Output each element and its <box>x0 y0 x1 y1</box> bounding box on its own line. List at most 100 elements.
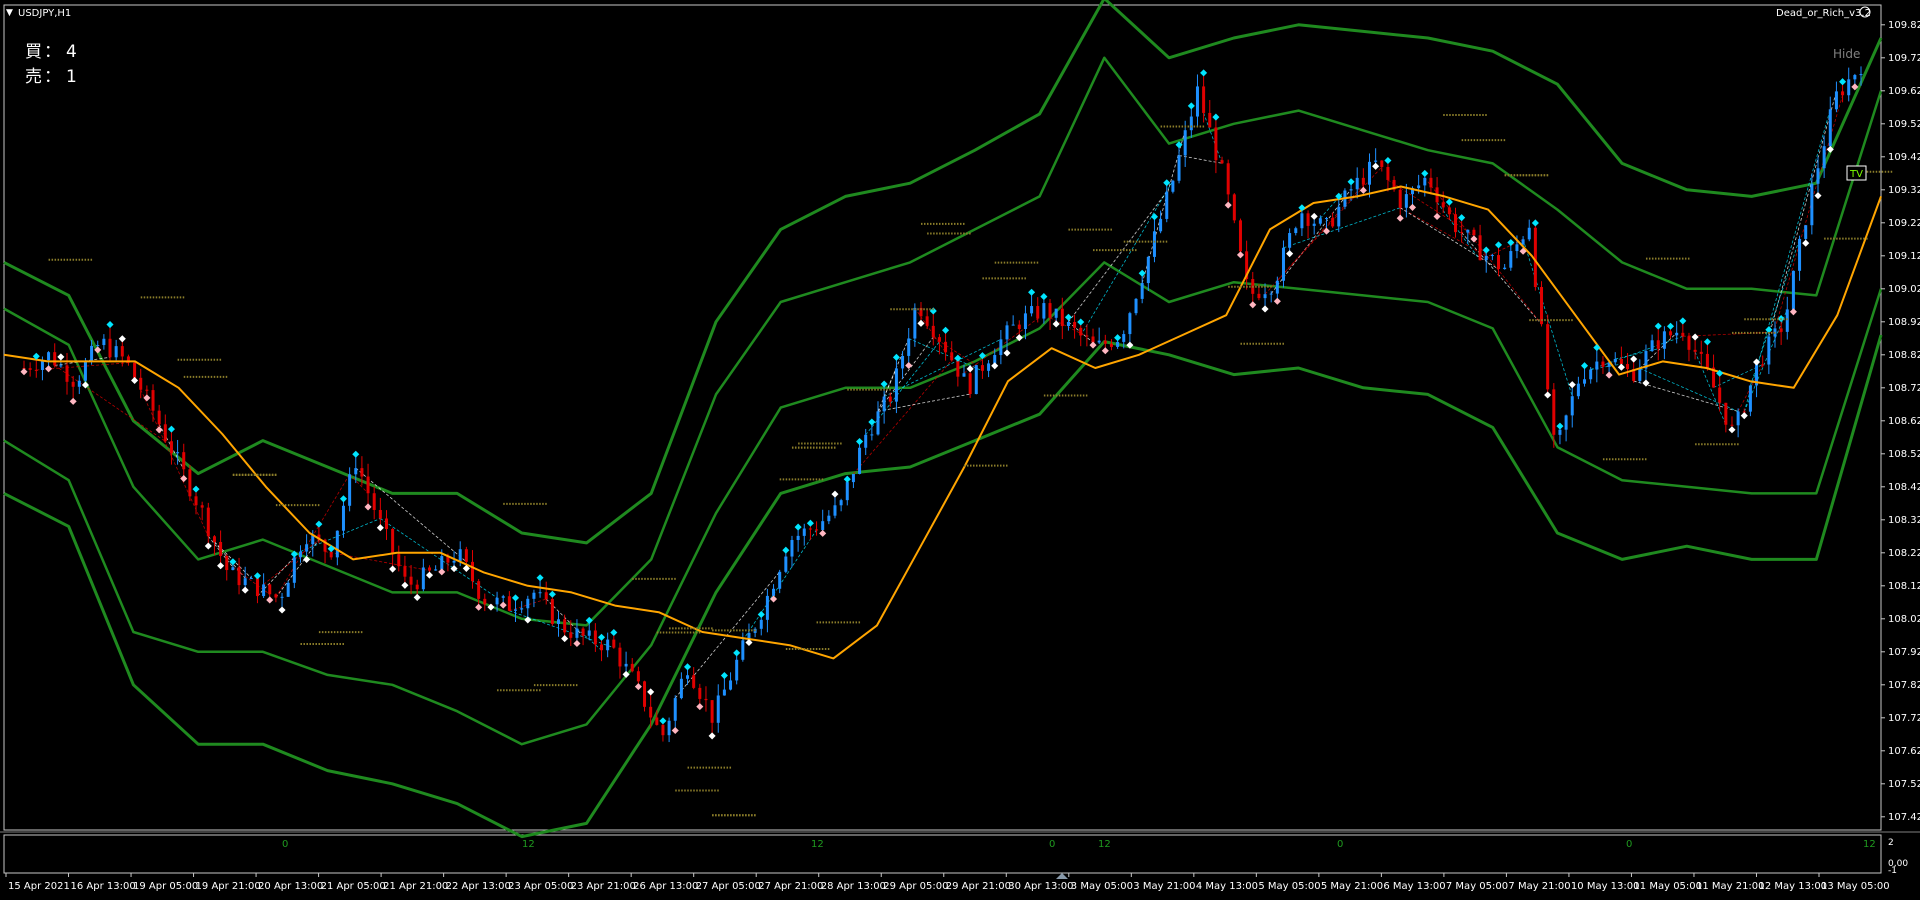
subwindow-value-label: 0 <box>1049 839 1055 850</box>
candle-body <box>200 505 204 508</box>
candle-body <box>514 609 518 611</box>
candle-body <box>532 592 536 599</box>
price-tick-label: 107.420 <box>1888 812 1920 823</box>
time-tick-label: 30 Apr 13:00 <box>1008 881 1073 892</box>
candle-body <box>888 396 892 402</box>
signal-marker <box>438 568 446 576</box>
candle-body <box>1761 364 1765 366</box>
candle-body <box>520 608 524 610</box>
signal-line <box>355 467 467 563</box>
candle-body <box>1626 364 1630 370</box>
price-tick-label: 108.620 <box>1888 416 1920 427</box>
candle-body <box>280 596 284 598</box>
price-tick-label: 107.720 <box>1888 713 1920 724</box>
tv-badge[interactable]: TV <box>1846 165 1867 181</box>
time-tick-label: 27 Apr 05:00 <box>696 881 761 892</box>
candle-body <box>1454 214 1458 233</box>
subwindow-axis-label: 2 <box>1888 838 1894 848</box>
candle-body <box>550 599 554 624</box>
candle-body <box>710 700 714 723</box>
signal-marker <box>118 335 126 343</box>
candle-body <box>1238 220 1242 252</box>
signal-marker <box>892 353 900 361</box>
sell-separator: ： <box>44 67 61 87</box>
price-axis[interactable]: 109.820 109.720 109.620 109.520 109.420 109.3… <box>1881 20 1920 823</box>
signal-marker <box>880 380 888 388</box>
signal-marker <box>413 593 421 601</box>
time-tick-label: 27 Apr 21:00 <box>758 881 823 892</box>
time-tick-label: 28 Apr 13:00 <box>821 881 886 892</box>
candle-body <box>1527 227 1531 240</box>
candle-body <box>1349 189 1353 191</box>
chart-canvas[interactable]: ▼ USDJPY,H1 Dead_or_Rich_v3.2 Hide 買 ： 4… <box>0 0 1920 900</box>
time-tick-label: 21 Apr 21:00 <box>383 881 448 892</box>
candle-body <box>833 505 837 516</box>
candle-body <box>1208 112 1212 128</box>
candle-body <box>188 469 192 497</box>
indicator-name[interactable]: Dead_or_Rich_v3.2 <box>1776 8 1871 19</box>
candle-body <box>956 360 960 377</box>
signal-marker <box>1003 349 1011 357</box>
candle-body <box>1736 411 1740 426</box>
candle-body <box>1767 336 1771 365</box>
price-tick-label: 108.420 <box>1888 482 1920 493</box>
candle-body <box>1202 86 1206 113</box>
candle-body <box>1515 244 1519 252</box>
signal-line <box>1080 180 1174 336</box>
signal-line <box>914 307 946 353</box>
price-tick-label: 108.220 <box>1888 548 1920 559</box>
signal-marker <box>524 616 532 624</box>
signal-marker <box>561 635 569 643</box>
candle-body <box>1429 177 1433 188</box>
signal-line <box>1633 380 1739 412</box>
time-tick-label: 5 May 21:00 <box>1321 881 1383 892</box>
price-tick-label: 109.120 <box>1888 251 1920 262</box>
candle-body <box>526 598 530 609</box>
candle-body <box>802 528 806 536</box>
candle-body <box>1066 321 1070 327</box>
candle-body <box>1281 247 1285 281</box>
signal-marker <box>1703 338 1711 346</box>
signal-marker <box>1212 113 1220 121</box>
hide-button[interactable]: Hide <box>1833 47 1860 61</box>
candle-body <box>427 567 431 571</box>
price-tick-label: 109.020 <box>1888 284 1920 295</box>
price-tick-label: 109.320 <box>1888 185 1920 196</box>
signal-marker <box>1556 422 1564 430</box>
candle-body <box>1140 283 1144 299</box>
candle-body <box>851 473 855 483</box>
candle-body <box>354 468 358 475</box>
subwindow-value-label: 0 <box>1626 839 1632 850</box>
candle-body <box>1785 309 1789 332</box>
time-tick-label: 10 May 13:00 <box>1571 881 1640 892</box>
signal-marker <box>1273 297 1281 305</box>
candle-body <box>1730 424 1734 426</box>
signal-marker <box>720 671 728 680</box>
time-tick-label: 11 May 21:00 <box>1696 881 1765 892</box>
time-tick-label: 5 May 05:00 <box>1258 881 1320 892</box>
candle-body <box>1638 368 1642 381</box>
candle-body <box>1159 218 1163 232</box>
candle-body <box>286 582 290 597</box>
candle-body <box>452 560 456 563</box>
signal-marker <box>1654 322 1662 330</box>
time-tick-label: 16 Apr 13:00 <box>71 881 136 892</box>
signal-line <box>324 551 430 571</box>
candle-body <box>1073 321 1077 328</box>
signal-marker <box>45 365 53 373</box>
signal-marker <box>1740 412 1748 420</box>
candle-body <box>53 352 57 366</box>
signal-line <box>877 393 971 412</box>
time-axis[interactable]: 15 Apr 2021 16 Apr 13:0019 Apr 05:0019 Ap… <box>5 873 1890 892</box>
signal-marker <box>475 603 483 611</box>
candle-body <box>1085 335 1089 337</box>
time-tick-label: 3 May 21:00 <box>1133 881 1195 892</box>
candle-body <box>925 316 929 326</box>
signal-marker <box>1630 355 1638 363</box>
price-tick-label: 109.620 <box>1888 86 1920 97</box>
signal-marker <box>1310 212 1318 220</box>
candle-body <box>569 632 573 638</box>
symbol-dropdown-icon[interactable]: ▼ <box>6 8 13 18</box>
time-tick-label: 22 Apr 13:00 <box>446 881 511 892</box>
candle-body <box>636 671 640 682</box>
